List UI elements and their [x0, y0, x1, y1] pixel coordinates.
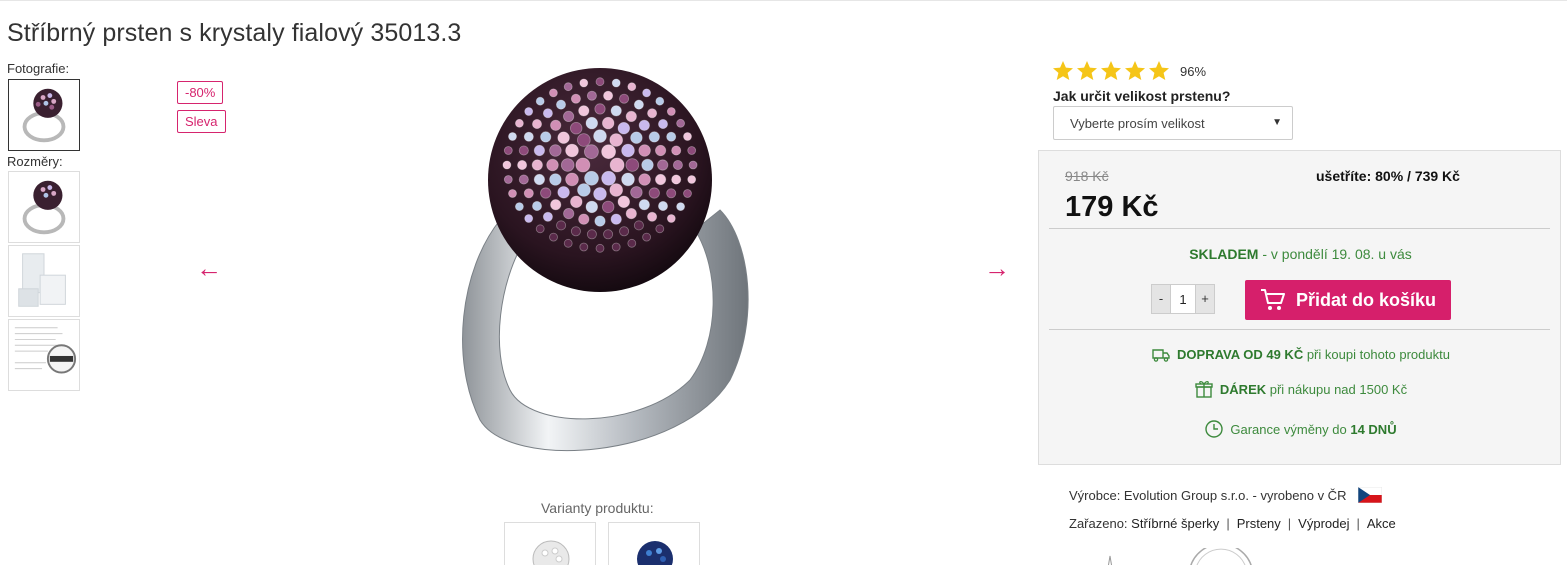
quantity-input[interactable]	[1170, 285, 1196, 313]
separator: |	[1287, 516, 1292, 531]
certificate-thumbnail-image	[14, 327, 77, 374]
add-to-cart-label: Přidat do košíku	[1295, 289, 1437, 310]
guarantee-strong: 14 DNŮ	[1350, 421, 1397, 437]
star-icon	[1125, 61, 1145, 80]
packaging-thumbnail-image	[18, 253, 66, 307]
category-link-silver[interactable]: Stříbrné šperky	[1131, 516, 1219, 531]
product-main-image[interactable]	[440, 60, 770, 460]
thumbnail-sizes-3[interactable]	[8, 319, 80, 391]
rating-stars	[1052, 60, 1170, 82]
stock-status: SKLADEM - v pondělí 19. 08. u vás	[1039, 246, 1562, 262]
stock-delivery-text: - v pondělí 19. 08. u vás	[1258, 246, 1412, 262]
thumbnail-sizes-1[interactable]	[8, 171, 80, 243]
rating-percent: 96%	[1180, 64, 1207, 79]
guarantee-text: Garance výměny do	[1230, 421, 1351, 437]
purchase-box: 918 Kč ušetříte: 80% / 739 Kč 179 Kč SKL…	[1038, 150, 1561, 465]
product-page: Stříbrný prsten s krystaly fialový 35013…	[0, 0, 1567, 565]
size-select-value: Vyberte prosím velikost	[1070, 116, 1205, 131]
size-select[interactable]: Vyberte prosím velikost ▼	[1053, 106, 1293, 140]
variants-label: Varianty produktu:	[541, 500, 654, 516]
page-title: Stříbrný prsten s krystaly fialový 35013…	[7, 19, 462, 47]
quantity-plus-button[interactable]: +	[1196, 285, 1214, 313]
shipping-info: DOPRAVA OD 49 KČ při koupi tohoto produk…	[1039, 344, 1562, 364]
thumbnail-sizes-2[interactable]	[8, 245, 80, 317]
czech-flag-icon	[1358, 487, 1383, 503]
cart-icon	[1260, 289, 1285, 310]
current-price: 179 Kč	[1065, 191, 1159, 223]
variant-blue-image	[637, 541, 673, 565]
divider	[1049, 329, 1550, 330]
photos-label: Fotografie:	[7, 61, 70, 76]
sizes-label: Rozměry:	[7, 154, 63, 169]
ring-thumbnail-image	[22, 88, 66, 143]
add-to-cart-button[interactable]: Přidat do košíku	[1245, 280, 1451, 320]
star-icon	[1053, 61, 1073, 80]
ring-thumbnail-image	[22, 180, 66, 235]
size-guide-link[interactable]: Jak určit velikost prstenu?	[1053, 88, 1230, 104]
manufacturer-info: Výrobce: Evolution Group s.r.o. - vyrobe…	[1069, 487, 1383, 503]
variant-option-blue[interactable]	[608, 522, 700, 565]
category-link-rings[interactable]: Prsteny	[1237, 516, 1281, 531]
thumbnail-photo-1[interactable]	[8, 79, 80, 151]
separator: |	[1226, 516, 1230, 531]
sale-badge: Sleva	[177, 110, 226, 133]
truck-icon	[1152, 349, 1170, 362]
gift-info: DÁREK při nákupu nad 1500 Kč	[1039, 379, 1562, 399]
discount-badge: -80%	[177, 81, 224, 104]
certification-logos	[1107, 548, 1252, 565]
quantity-minus-button[interactable]: -	[1152, 285, 1170, 313]
gift-text: při nákupu nad 1500 Kč	[1266, 381, 1408, 397]
category-link-sale[interactable]: Výprodej	[1298, 516, 1349, 531]
star-icon	[1077, 61, 1097, 80]
divider	[1049, 228, 1550, 229]
next-image-arrow[interactable]: →	[984, 255, 1010, 281]
stock-status-label: SKLADEM	[1189, 246, 1259, 262]
star-icon	[1149, 61, 1169, 80]
guarantee-info: Garance výměny do 14 DNŮ	[1039, 419, 1562, 439]
divider	[0, 0, 1567, 1]
category-breadcrumb: Zařazeno: Stříbrné šperky | Prsteny | Výprod…	[1069, 516, 1396, 531]
shipping-strong: DOPRAVA OD 49 KČ	[1177, 346, 1304, 362]
variant-crystal-image	[532, 540, 570, 565]
star-icon	[1101, 61, 1121, 80]
category-label: Zařazeno:	[1069, 516, 1132, 531]
gift-icon	[1195, 381, 1213, 398]
manufacturer-text: Výrobce: Evolution Group s.r.o. - vyrobe…	[1069, 487, 1347, 503]
old-price: 918 Kč	[1065, 168, 1109, 184]
separator: |	[1356, 516, 1360, 531]
caret-down-icon: ▼	[1272, 117, 1282, 128]
quantity-stepper: - +	[1151, 284, 1215, 314]
savings-text: ušetříte: 80% / 739 Kč	[1316, 168, 1460, 184]
category-link-promo[interactable]: Akce	[1367, 516, 1396, 531]
gift-strong: DÁREK	[1219, 381, 1267, 397]
variant-option-crystal[interactable]	[504, 522, 596, 565]
prev-image-arrow[interactable]: ←	[196, 255, 222, 281]
clock-icon	[1205, 420, 1224, 438]
shipping-text: při koupi tohoto produktu	[1303, 346, 1450, 362]
